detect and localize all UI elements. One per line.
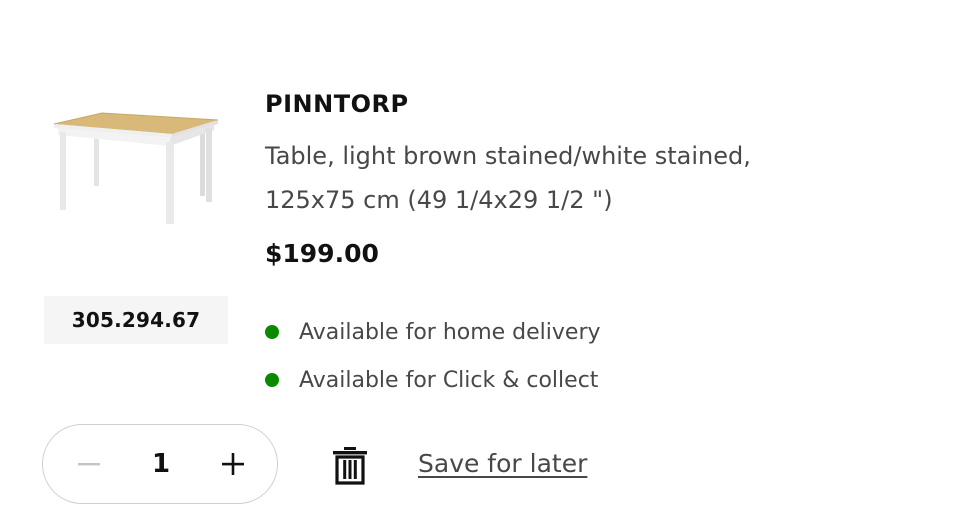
product-description-line: 125x75 cm (49 1/4x29 1/2 ")	[265, 186, 613, 214]
availability-text: Available for home delivery	[299, 319, 601, 345]
product-image[interactable]	[50, 104, 224, 232]
decrement-button[interactable]	[69, 444, 109, 484]
save-for-later-link[interactable]: Save for later	[418, 449, 587, 478]
status-dot-icon	[265, 325, 279, 339]
availability-list: Available for home delivery Available fo…	[265, 308, 601, 404]
quantity-stepper: 1	[42, 424, 278, 504]
table-image-icon	[53, 112, 219, 224]
availability-home-delivery: Available for home delivery	[265, 308, 601, 356]
availability-click-collect: Available for Click & collect	[265, 356, 601, 404]
trash-icon	[333, 447, 367, 485]
article-number: 305.294.67	[44, 296, 228, 344]
quantity-value[interactable]: 1	[152, 449, 170, 479]
increment-button[interactable]	[213, 444, 253, 484]
status-dot-icon	[265, 373, 279, 387]
product-description: Table, light brown stained/white stained…	[265, 134, 865, 222]
plus-icon	[222, 453, 244, 475]
minus-icon	[78, 463, 100, 466]
product-price: $199.00	[265, 239, 379, 268]
remove-item-button[interactable]	[328, 443, 372, 487]
availability-text: Available for Click & collect	[299, 367, 599, 393]
product-name[interactable]: PINNTORP	[265, 90, 409, 118]
product-description-line: Table, light brown stained/white stained…	[265, 142, 751, 170]
